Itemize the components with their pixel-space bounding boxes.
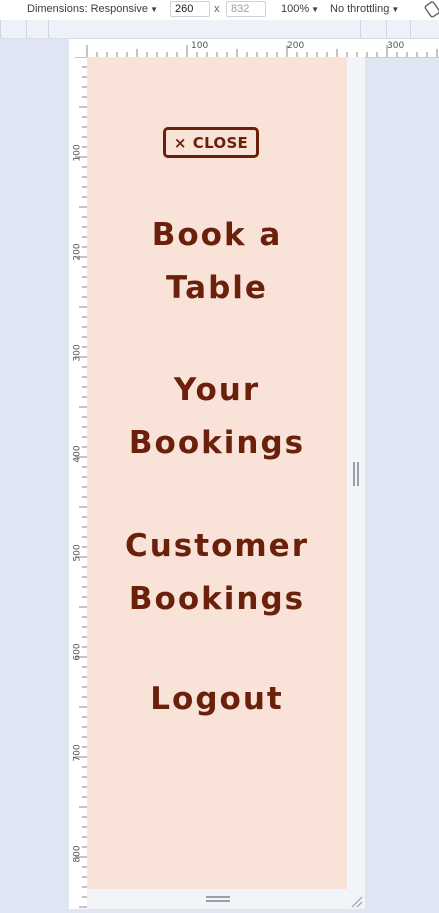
ruler-label: 100 (191, 41, 209, 51)
nav-link-line: Bookings (128, 425, 306, 461)
ruler-label: 700 (72, 744, 83, 762)
media-query-segment[interactable] (0, 20, 1, 38)
height-input[interactable]: 832 (226, 1, 266, 17)
media-query-segment[interactable] (386, 20, 387, 38)
chevron-down-icon: ▼ (311, 5, 320, 14)
dimension-separator: x (214, 3, 220, 15)
nav-link-your-bookings[interactable]: Your Bookings (87, 364, 347, 470)
dimensions-label: Dimensions: Responsive (27, 3, 149, 15)
close-label: CLOSE (192, 133, 249, 152)
vertical-ruler: 100 200 300 400 500 600 700 800 (69, 57, 88, 909)
throttling-label: No throttling (330, 3, 390, 15)
nav-link-line: Logout (150, 681, 284, 717)
ruler-label: 200 (287, 41, 305, 51)
chevron-down-icon: ▼ (150, 5, 158, 14)
ruler-label: 400 (72, 445, 83, 463)
width-input[interactable]: 260 (170, 1, 210, 17)
close-button[interactable]: × CLOSE (163, 127, 259, 158)
ruler-label: 300 (387, 41, 405, 51)
chevron-down-icon: ▼ (391, 5, 400, 14)
device-toolbar: Dimensions: Responsive ▼ 260 x 832 100% ▼ … (0, 0, 439, 21)
ruler-label: 600 (72, 643, 83, 661)
horizontal-ruler: 100 200 300 (69, 39, 439, 58)
media-query-bar (0, 20, 439, 39)
zoom-dropdown[interactable]: 100% ▼ (281, 3, 319, 15)
nav-link-customer-bookings[interactable]: Customer Bookings (87, 520, 347, 626)
media-query-segment[interactable] (48, 20, 49, 38)
media-query-segment[interactable] (26, 20, 27, 38)
resize-handle-bottom[interactable] (206, 896, 230, 902)
zoom-label: 100% (281, 3, 310, 15)
resize-handle-right[interactable] (353, 462, 359, 486)
nav-link-line: Bookings (128, 581, 306, 617)
ruler-label: 100 (72, 144, 83, 162)
media-query-segment[interactable] (410, 20, 411, 38)
resize-corner-icon[interactable] (348, 893, 364, 909)
vertical-ruler-ticks (75, 57, 87, 908)
nav-link-line: Your (173, 372, 261, 408)
nav-link-book-a-table[interactable]: Book a Table (87, 209, 347, 315)
nav-link-logout[interactable]: Logout (87, 673, 347, 726)
nav-link-line: Table (166, 270, 268, 306)
nav-link-line: Book a (151, 217, 283, 253)
mobile-nav-overlay: × CLOSE Book a Table Your Bookings Custo… (87, 57, 347, 889)
ruler-label: 500 (72, 544, 83, 562)
horizontal-ruler-ticks (86, 45, 438, 57)
rotate-icon[interactable] (422, 1, 439, 18)
nav-link-line: Customer (124, 528, 309, 564)
media-query-segment[interactable] (360, 20, 361, 38)
throttling-dropdown[interactable]: No throttling ▼ (330, 3, 399, 15)
dimensions-dropdown[interactable]: Dimensions: Responsive ▼ (27, 3, 158, 15)
close-icon: × (173, 133, 187, 152)
ruler-label: 300 (72, 344, 83, 362)
ruler-label: 800 (72, 845, 83, 863)
ruler-label: 200 (72, 243, 83, 261)
